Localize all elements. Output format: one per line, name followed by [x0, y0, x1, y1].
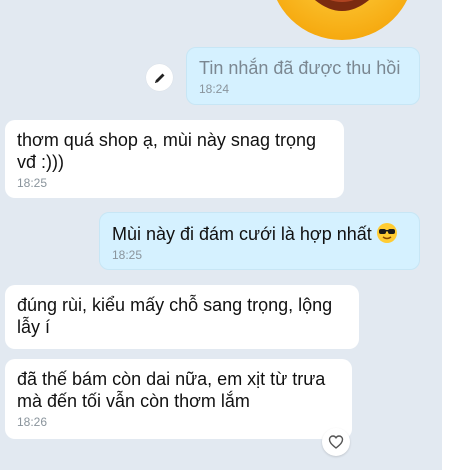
message-text: đúng rùi, kiểu mấy chỗ sang trọng, lộng … — [17, 295, 333, 337]
laughing-face-sticker[interactable] — [268, 0, 416, 40]
pencil-icon — [154, 73, 164, 83]
message-incoming[interactable]: thơm quá shop ạ, mùi này snag trọng vđ :… — [5, 120, 344, 198]
message-time: 18:24 — [199, 82, 230, 96]
message-text: Tin nhắn đã được thu hồi — [199, 58, 401, 78]
message-text: thơm quá shop ạ, mùi này snag trọng vđ :… — [17, 130, 316, 172]
message-incoming[interactable]: đúng rùi, kiểu mấy chỗ sang trọng, lộng … — [5, 285, 359, 349]
message-text: Mùi này đi đám cưới là hợp nhất — [112, 222, 407, 245]
edit-button[interactable] — [146, 64, 173, 91]
message-time: 18:25 — [17, 176, 48, 190]
react-button[interactable] — [322, 428, 350, 456]
message-outgoing[interactable]: Mùi này đi đám cưới là hợp nhất 18:25 — [99, 212, 420, 270]
message-recalled[interactable]: Tin nhắn đã được thu hồi 18:24 — [186, 47, 420, 105]
message-time: 18:25 — [112, 248, 143, 262]
message-time: 18:26 — [17, 415, 48, 429]
message-text: đã thế bám còn dai nữa, em xịt từ trưa m… — [17, 369, 326, 411]
heart-icon — [328, 435, 344, 449]
sunglasses-face-icon — [376, 223, 397, 243]
chat-area: Tin nhắn đã được thu hồi 18:24 thơm quá … — [0, 0, 442, 470]
message-incoming[interactable]: đã thế bám còn dai nữa, em xịt từ trưa m… — [5, 359, 352, 439]
